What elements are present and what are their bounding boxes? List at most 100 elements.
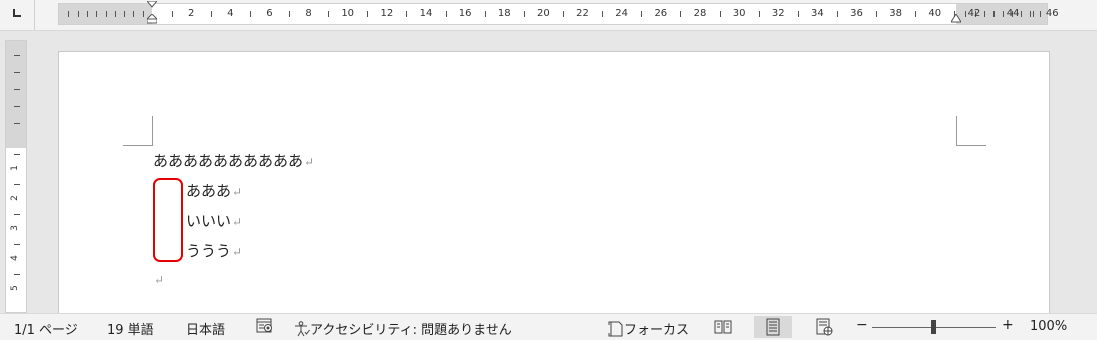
accessibility-label: アクセシビリティ: 問題ありません (310, 323, 512, 338)
ruler-number: 2 (187, 8, 195, 19)
zoom-slider-thumb[interactable] (931, 320, 936, 334)
read-mode-button[interactable] (704, 316, 742, 338)
page-count[interactable]: 1/1 ページ (14, 319, 78, 338)
ruler-number: 28 (693, 8, 707, 19)
ruler-number: 12 (380, 8, 394, 19)
ruler-number: 36 (850, 8, 863, 19)
ruler-number: 38 (889, 8, 903, 19)
paragraph-line-5[interactable]: ↵ (153, 270, 164, 288)
ruler-number: 18 (497, 8, 511, 19)
vertical-ruler-tick (14, 123, 20, 124)
zoom-in-button[interactable]: + (1002, 317, 1014, 333)
ruler-number: 46 (1045, 8, 1059, 19)
focus-label: フォーカス (624, 323, 690, 338)
ruler-number: 14 (419, 8, 433, 19)
vertical-ruler-number: 1 (9, 165, 20, 171)
vertical-ruler-tick (14, 72, 20, 73)
ruler-tick (797, 11, 799, 17)
paragraph-mark: ↵ (304, 155, 315, 169)
ruler-tick (680, 11, 682, 17)
vertical-ruler-number: 3 (9, 225, 20, 231)
horizontal-ruler-bar: 2 4 6 8 10 12 14 16 18 20 22 24 26 28 30 32 34 36 38 40 42 44… (0, 0, 1097, 31)
ruler-tick (114, 11, 116, 17)
first-line-indent-marker[interactable] (147, 1, 157, 11)
document-page[interactable]: ああああああああああ↵ あああ↵ いいい↵ ううう↵ ↵ (58, 51, 1050, 326)
hanging-indent-marker[interactable] (147, 14, 157, 24)
ruler-tick (68, 11, 70, 17)
ruler-tick (96, 11, 98, 17)
ruler-number: 30 (732, 8, 746, 19)
ruler-tick (602, 11, 604, 17)
ruler-tick (954, 11, 956, 17)
web-layout-icon (816, 318, 833, 336)
ruler-tick (876, 11, 878, 17)
ruler-number: 22 (576, 8, 589, 19)
ruler-tick (288, 11, 290, 17)
ruler-tick (406, 11, 408, 17)
ruler-tick (983, 11, 985, 17)
horizontal-ruler[interactable]: 2 4 6 8 10 12 14 16 18 20 22 24 26 28 30 32 34 36 38 40 42 44… (58, 1, 1059, 25)
ruler-tick (1021, 11, 1023, 17)
paragraph-line-4[interactable]: ううう↵ (186, 240, 242, 261)
read-mode-icon (714, 320, 732, 334)
ruler-tick (210, 11, 212, 17)
language-indicator[interactable]: 日本語 (186, 319, 225, 338)
ruler-tick (1002, 11, 1004, 17)
ruler-number: 8 (305, 8, 312, 19)
ruler-number: 26 (654, 8, 668, 19)
vertical-ruler-tick (14, 214, 20, 215)
ruler-number: 4 (227, 8, 234, 19)
ruler-number: 16 (458, 8, 472, 19)
paragraph-mark: ↵ (232, 185, 243, 199)
ruler-tick (249, 11, 251, 17)
paragraph-line-3[interactable]: いいい↵ (186, 210, 242, 231)
ruler-tick (77, 11, 79, 17)
vertical-ruler-tick (14, 55, 20, 56)
ruler-tick (641, 11, 643, 17)
ruler-tick (993, 11, 995, 17)
ruler-tick (523, 11, 525, 17)
print-layout-button[interactable] (754, 316, 792, 338)
ruler-tick (133, 11, 135, 17)
ruler-tick (445, 11, 447, 17)
vertical-ruler-number: 5 (9, 285, 20, 291)
paragraph-line-1[interactable]: ああああああああああ↵ (153, 150, 314, 171)
top-left-margin-corner (123, 116, 153, 146)
ruler-number: 20 (537, 8, 550, 19)
ruler-tick (1039, 11, 1041, 17)
vertical-ruler-tick (14, 154, 20, 155)
accessibility-status[interactable]: アクセシビリティ: 問題ありません (294, 319, 512, 338)
document-area[interactable]: ああああああああああ↵ あああ↵ いいい↵ ううう↵ ↵ (34, 31, 1097, 326)
ruler-tick (105, 11, 107, 17)
status-bar: 1/1 ページ 19 単語 日本語 アクセシビリティ: 問題ありません フォーカ… (0, 313, 1097, 340)
ruler-number: 32 (771, 8, 785, 19)
ruler-tick (484, 11, 486, 17)
ruler-number: 42 (967, 8, 981, 19)
ruler-tick (86, 11, 88, 17)
ruler-number: 10 (341, 8, 355, 19)
ruler-corner (0, 0, 35, 30)
print-layout-icon (766, 318, 780, 336)
zoom-out-button[interactable]: − (856, 317, 868, 333)
word-count[interactable]: 19 単語 (107, 319, 154, 338)
top-right-margin-corner (956, 116, 986, 146)
web-layout-button[interactable] (805, 316, 843, 338)
tab-selector-icon[interactable] (12, 8, 22, 18)
vertical-ruler-tick (14, 274, 20, 275)
ruler-number: 40 (928, 8, 942, 19)
ruler-number: 44 (1006, 8, 1020, 19)
accessibility-icon (295, 321, 310, 337)
vertical-ruler[interactable]: 1 2 3 4 5 (5, 40, 27, 313)
focus-button[interactable]: フォーカス (608, 319, 689, 338)
ruler-number: 34 (811, 8, 824, 19)
vertical-ruler-tick (14, 244, 20, 245)
paragraph-mark: ↵ (154, 273, 165, 287)
ruler-tick (367, 11, 369, 17)
ruler-number: 6 (266, 8, 273, 19)
ruler-tick (328, 11, 330, 17)
paragraph-line-2[interactable]: あああ↵ (186, 180, 242, 201)
zoom-level[interactable]: 100% (1030, 319, 1067, 334)
ruler-tick (1032, 11, 1034, 17)
right-indent-marker[interactable] (951, 14, 961, 24)
macro-record-icon[interactable] (256, 318, 274, 338)
